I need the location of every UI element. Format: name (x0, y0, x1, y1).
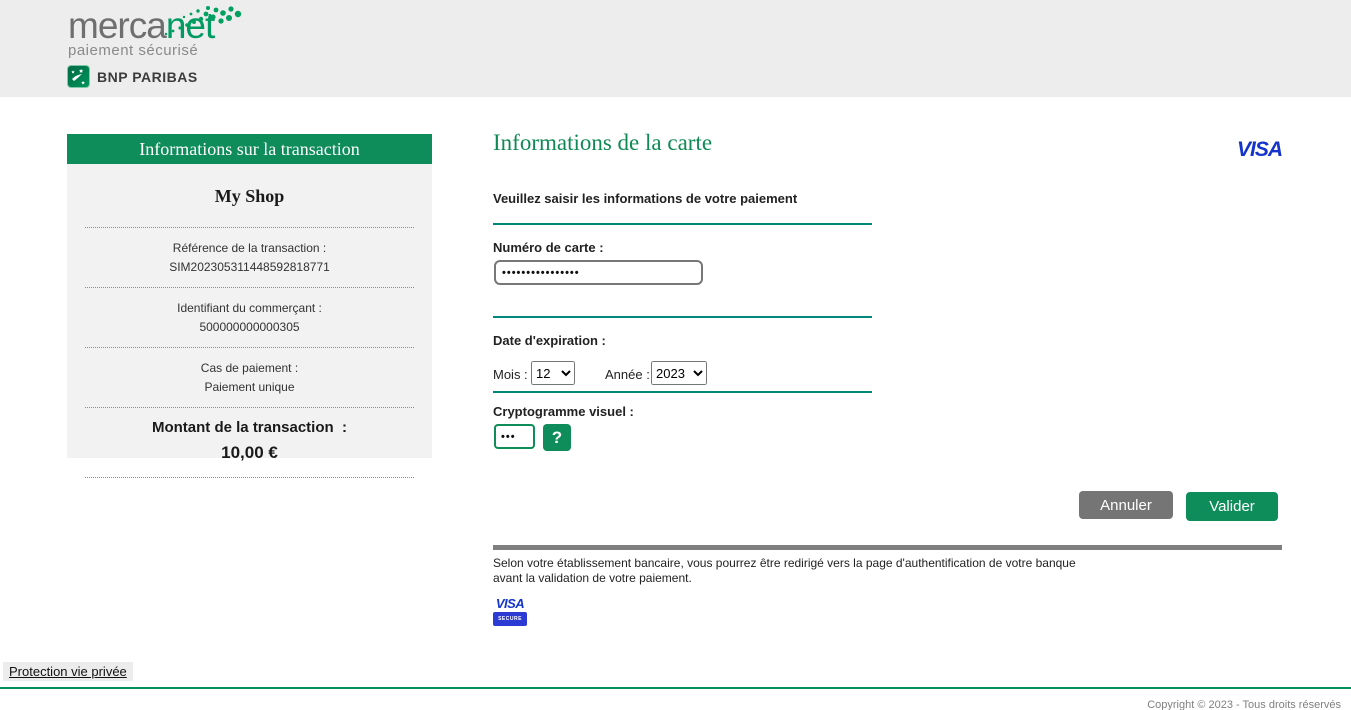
cvv-input[interactable] (494, 424, 535, 449)
cancel-button[interactable]: Annuler (1079, 491, 1173, 519)
merchant-id-value: 500000000000305 (67, 318, 432, 337)
bnp-name: BNP PARIBAS (97, 69, 198, 85)
brand-tagline: paiement sécurisé (68, 42, 214, 59)
logo-dots-icon (160, 4, 244, 38)
header-band: mercanet paiement sécurisé BNP PARIBAS (0, 0, 1351, 97)
transaction-panel-title: Informations sur la transaction (67, 134, 432, 164)
payment-case-value: Paiement unique (67, 378, 432, 397)
privacy-link[interactable]: Protection vie privée (3, 662, 133, 681)
visa-secure-box: SECURE (493, 612, 527, 626)
separator (85, 477, 414, 478)
visa-secure-badge-icon: VISA SECURE (493, 597, 527, 626)
transaction-reference-field: Référence de la transaction : SIM2023053… (67, 228, 432, 287)
cvv-label: Cryptogramme visuel : (493, 404, 634, 419)
transaction-reference-value: SIM202305311448592818771 (67, 258, 432, 277)
bnp-paribas-logo: BNP PARIBAS (68, 66, 214, 87)
submit-button[interactable]: Valider (1186, 492, 1278, 521)
card-number-input[interactable] (494, 260, 703, 285)
year-label: Année : (605, 367, 650, 382)
amount-block: Montant de la transaction : 10,00 € (67, 408, 432, 477)
merchant-id-label: Identifiant du commerçant : (67, 299, 432, 318)
brand-part-gray: merca (68, 5, 166, 46)
section-divider (493, 316, 872, 318)
footer-divider (0, 687, 1351, 689)
visa-secure-word: VISA (493, 597, 527, 610)
section-divider (493, 391, 872, 393)
cvv-help-button[interactable]: ? (543, 424, 571, 451)
visa-logo-icon: VISA (1237, 138, 1282, 162)
payment-case-field: Cas de paiement : Paiement unique (67, 348, 432, 407)
expiry-label: Date d'expiration : (493, 333, 606, 348)
bnp-emblem-icon (68, 66, 89, 87)
transaction-reference-label: Référence de la transaction : (67, 239, 432, 258)
copyright-text: Copyright © 2023 - Tous droits réservés (1147, 699, 1341, 710)
merchant-id-field: Identifiant du commerçant : 500000000000… (67, 288, 432, 347)
card-number-label: Numéro de carte : (493, 240, 604, 255)
amount-label: Montant de la transaction : (67, 419, 432, 436)
payment-instruction: Veuillez saisir les informations de votr… (493, 191, 797, 206)
bottom-divider-bar (493, 545, 1282, 550)
shop-name: My Shop (67, 164, 432, 227)
section-divider (493, 223, 872, 225)
transaction-panel: Informations sur la transaction My Shop … (67, 134, 432, 458)
redirect-notice: Selon votre établissement bancaire, vous… (493, 556, 1076, 586)
month-label: Mois : (493, 367, 528, 382)
mercanet-logo: mercanet paiement sécurisé BNP PARIBAS (68, 8, 214, 87)
amount-value: 10,00 € (67, 443, 432, 463)
card-panel-title: Informations de la carte (493, 130, 712, 156)
month-select[interactable]: 12 (531, 361, 575, 385)
redirect-notice-line1: Selon votre établissement bancaire, vous… (493, 556, 1076, 571)
redirect-notice-line2: avant la validation de votre paiement. (493, 571, 1076, 586)
year-select[interactable]: 2023 (651, 361, 707, 385)
payment-case-label: Cas de paiement : (67, 359, 432, 378)
payment-page: mercanet paiement sécurisé BNP PARIBAS I… (0, 0, 1351, 710)
